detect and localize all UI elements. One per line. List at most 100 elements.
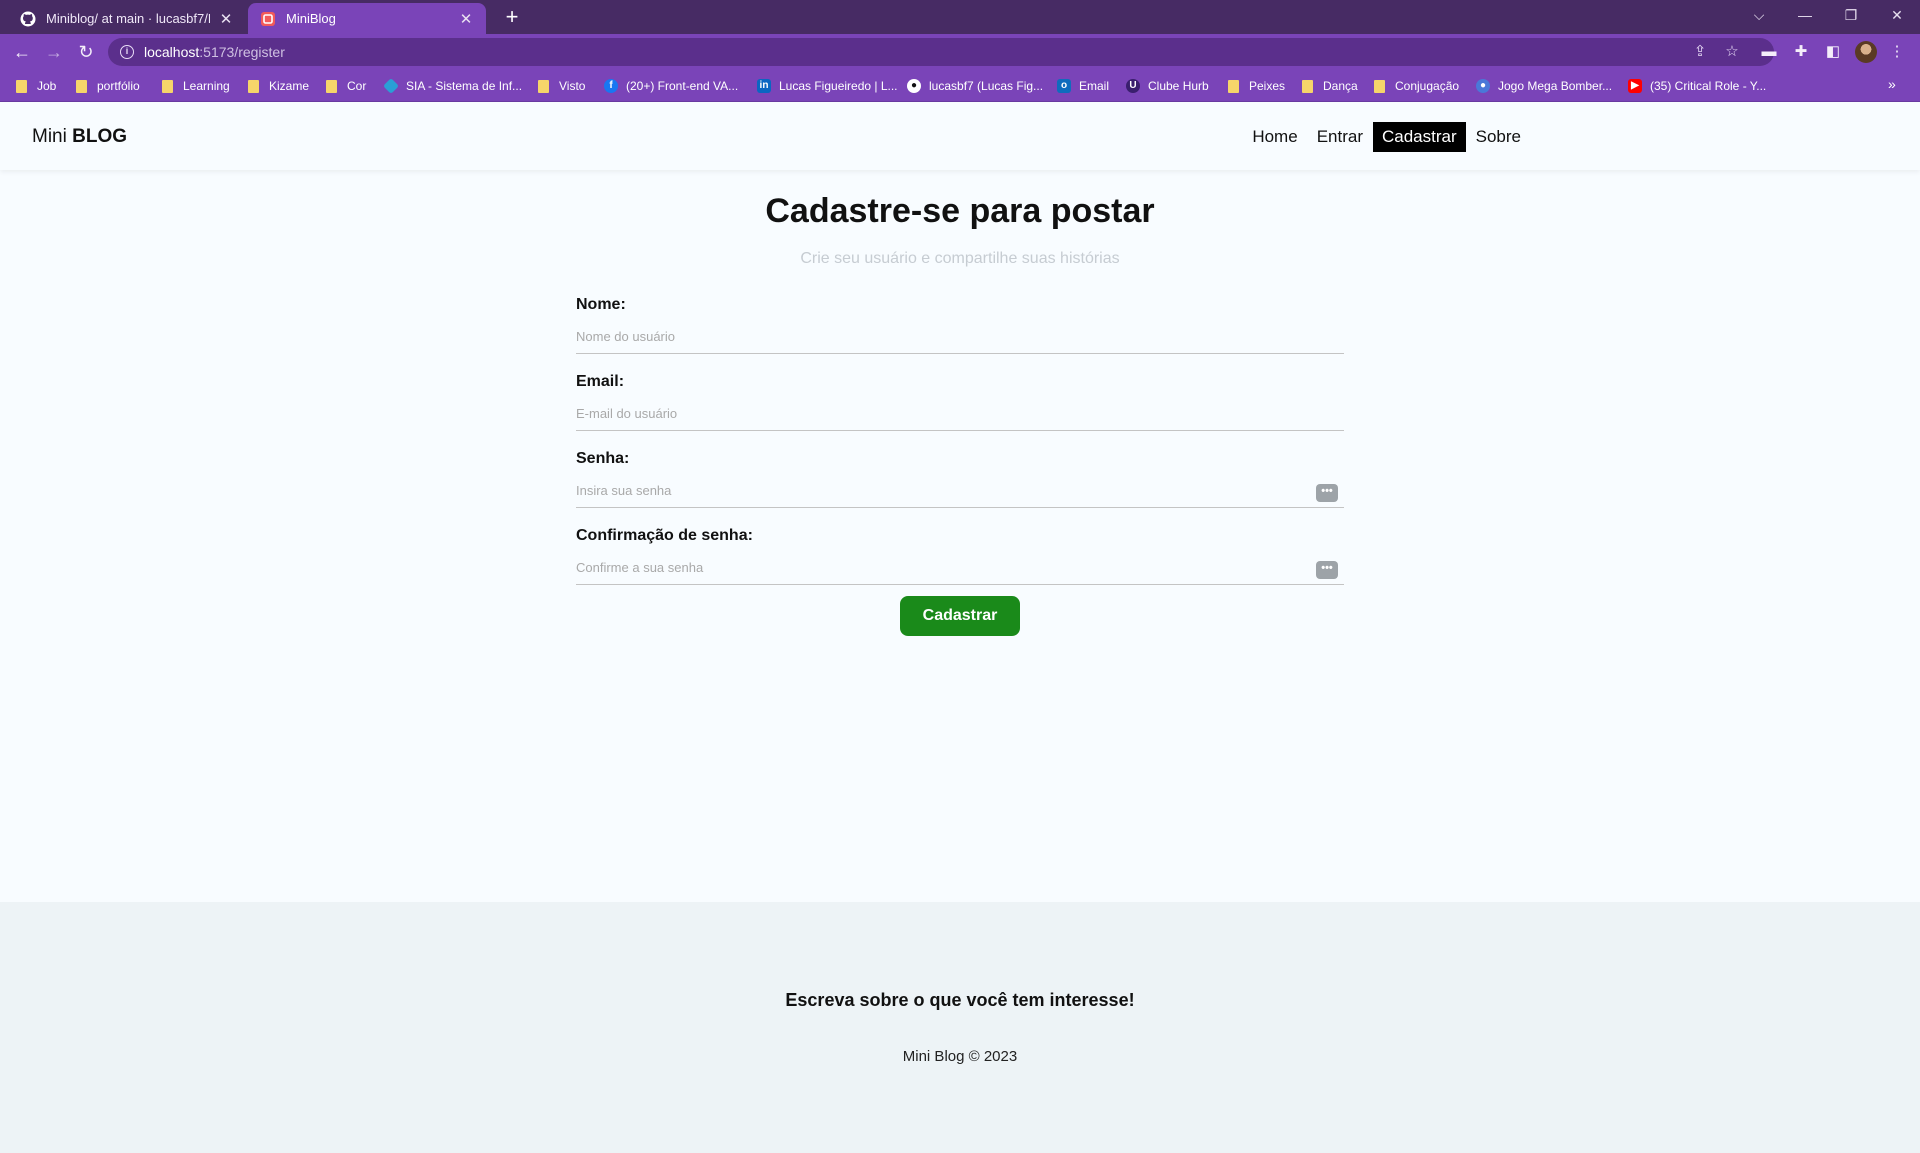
github-icon: ● xyxy=(907,79,921,93)
minimize-icon[interactable]: — xyxy=(1782,0,1828,30)
site-navbar: Mini BLOG Home Entrar Cadastrar Sobre xyxy=(0,102,1920,170)
nav-link-sobre[interactable]: Sobre xyxy=(1467,122,1530,152)
linkedin-icon: in xyxy=(757,79,771,93)
bookmark-clube-hurb[interactable]: U Clube Hurb xyxy=(1126,78,1209,94)
confirm-password-input[interactable] xyxy=(576,551,1344,585)
password-manager-icon[interactable]: ••• xyxy=(1316,484,1338,502)
bookmark-github[interactable]: ● lucasbf7 (Lucas Fig... xyxy=(907,78,1043,94)
brand-bold: BLOG xyxy=(72,126,128,147)
bookmark-visto[interactable]: Visto xyxy=(538,78,585,94)
bookmark-peixes[interactable]: Peixes xyxy=(1228,78,1285,94)
password-label: Senha: xyxy=(576,450,630,467)
footer-copyright: Mini Blog © 2023 xyxy=(902,1048,1018,1065)
forward-icon[interactable]: → xyxy=(40,38,68,66)
folder-icon xyxy=(326,79,337,93)
new-tab-button[interactable]: + xyxy=(498,4,526,30)
bookmark-label: portfólio xyxy=(97,79,140,93)
browser-tab-strip: Miniblog/ at main · lucasbf7/Min ✕ MiniB… xyxy=(0,0,1920,34)
bookmarks-overflow-icon[interactable]: » xyxy=(1888,76,1896,92)
site-brand-logo[interactable]: Mini BLOG xyxy=(32,126,127,148)
site-footer: Escreva sobre o que você tem interesse! … xyxy=(0,902,1920,1153)
bookmark-label: Kizame xyxy=(269,79,310,93)
share-icon[interactable]: ⇪ xyxy=(1688,40,1712,64)
bookmark-learning[interactable]: Learning xyxy=(162,78,230,94)
side-panel-icon[interactable]: ◧ xyxy=(1821,40,1845,64)
folder-icon xyxy=(16,79,27,93)
sia-icon xyxy=(383,78,399,94)
url-host: localhost xyxy=(144,44,200,60)
name-label: Nome: xyxy=(576,296,626,313)
page-subtitle: Crie seu usuário e compartilhe suas hist… xyxy=(800,250,1120,267)
github-icon xyxy=(20,11,36,26)
close-icon[interactable]: ✕ xyxy=(458,10,474,28)
tab-search-icon[interactable]: ⌵ xyxy=(1736,0,1782,30)
menu-kebab-icon[interactable]: ⋮ xyxy=(1885,40,1909,64)
bookmark-label: Email xyxy=(1079,79,1110,93)
password-manager-icon[interactable]: ••• xyxy=(1316,561,1338,579)
name-field-group: Nome: xyxy=(576,296,1344,360)
tab-miniblog[interactable]: MiniBlog ✕ xyxy=(248,3,486,34)
bookmark-star-icon[interactable]: ☆ xyxy=(1720,40,1744,64)
bookmark-label: Visto xyxy=(559,79,586,93)
back-icon[interactable]: ← xyxy=(8,38,36,66)
bookmark-label: Clube Hurb xyxy=(1148,79,1209,93)
bookmark-label: (20+) Front-end VA... xyxy=(626,79,739,93)
nav-links: Home Entrar Cadastrar Sobre xyxy=(1242,122,1530,152)
close-icon[interactable]: ✕ xyxy=(218,10,234,28)
bookmark-conjugacao[interactable]: Conjugação xyxy=(1374,78,1459,94)
profile-avatar[interactable] xyxy=(1855,41,1877,63)
bookmark-label: Learning xyxy=(183,79,230,93)
url-path: :5173/register xyxy=(199,44,285,60)
password-extension-icon[interactable]: ▬ xyxy=(1757,40,1781,64)
bookmark-label: lucasbf7 (Lucas Fig... xyxy=(929,79,1044,93)
password-field-group: Senha: ••• xyxy=(576,450,1344,514)
bookmark-label: Peixes xyxy=(1249,79,1286,93)
hurb-icon: U xyxy=(1126,79,1140,93)
bookmark-label: Conjugação xyxy=(1395,79,1460,93)
bookmark-kizame[interactable]: Kizame xyxy=(248,78,309,94)
bookmarks-bar: Job portfólio Learning Kizame Cor SIA - … xyxy=(0,70,1920,102)
window-close-icon[interactable]: ✕ xyxy=(1874,0,1920,30)
bookmark-cor[interactable]: Cor xyxy=(326,78,366,94)
game-icon: ● xyxy=(1476,79,1490,93)
email-input[interactable] xyxy=(576,397,1344,431)
bookmark-label: (35) Critical Role - Y... xyxy=(1650,79,1767,93)
password-input[interactable] xyxy=(576,474,1344,508)
outlook-icon: o xyxy=(1057,79,1071,93)
folder-icon xyxy=(1302,79,1313,93)
nav-link-cadastrar[interactable]: Cadastrar xyxy=(1372,122,1466,152)
bookmark-label: Job xyxy=(37,79,57,93)
bookmark-critical-role[interactable]: ▶ (35) Critical Role - Y... xyxy=(1628,78,1766,94)
brand-light: Mini xyxy=(32,126,73,147)
address-bar[interactable]: i localhost:5173/register ⇪ ☆ xyxy=(108,38,1774,66)
reload-icon[interactable]: ↻ xyxy=(72,38,100,66)
nav-link-entrar[interactable]: Entrar xyxy=(1308,122,1372,152)
nav-link-home[interactable]: Home xyxy=(1243,122,1306,152)
folder-icon xyxy=(1374,79,1385,93)
extensions-puzzle-icon[interactable]: ✚ xyxy=(1789,40,1813,64)
restore-icon[interactable]: ❐ xyxy=(1828,0,1874,30)
tab-github[interactable]: Miniblog/ at main · lucasbf7/Min ✕ xyxy=(8,3,246,34)
bookmark-danca[interactable]: Dança xyxy=(1302,78,1358,94)
bookmark-sia[interactable]: SIA - Sistema de Inf... xyxy=(383,78,522,94)
bookmark-label: Cor xyxy=(347,79,367,93)
bookmark-linkedin[interactable]: in Lucas Figueiredo | L... xyxy=(757,78,898,94)
tab-title: MiniBlog xyxy=(286,11,336,26)
bookmark-email[interactable]: o Email xyxy=(1057,78,1109,94)
folder-icon xyxy=(248,79,259,93)
folder-icon xyxy=(1228,79,1239,93)
site-info-icon[interactable]: i xyxy=(120,45,134,59)
confirm-password-label: Confirmação de senha: xyxy=(576,527,753,544)
bookmark-job[interactable]: Job xyxy=(16,78,56,94)
bookmark-label: Lucas Figueiredo | L... xyxy=(779,79,898,93)
name-input[interactable] xyxy=(576,320,1344,354)
page-title: Cadastre-se para postar xyxy=(765,192,1155,230)
browser-toolbar: ← → ↻ i localhost:5173/register ⇪ ☆ ▬ ✚ … xyxy=(0,34,1920,70)
bookmark-facebook[interactable]: f (20+) Front-end VA... xyxy=(604,78,738,94)
footer-heading: Escreva sobre o que você tem interesse! xyxy=(785,990,1135,1010)
bookmark-portfolio[interactable]: portfólio xyxy=(76,78,140,94)
email-label: Email: xyxy=(576,373,625,390)
tab-title: Miniblog/ at main · lucasbf7/Min xyxy=(46,11,210,26)
bookmark-mega-bomber[interactable]: ● Jogo Mega Bomber... xyxy=(1476,78,1612,94)
register-submit-button[interactable]: Cadastrar xyxy=(900,596,1020,636)
